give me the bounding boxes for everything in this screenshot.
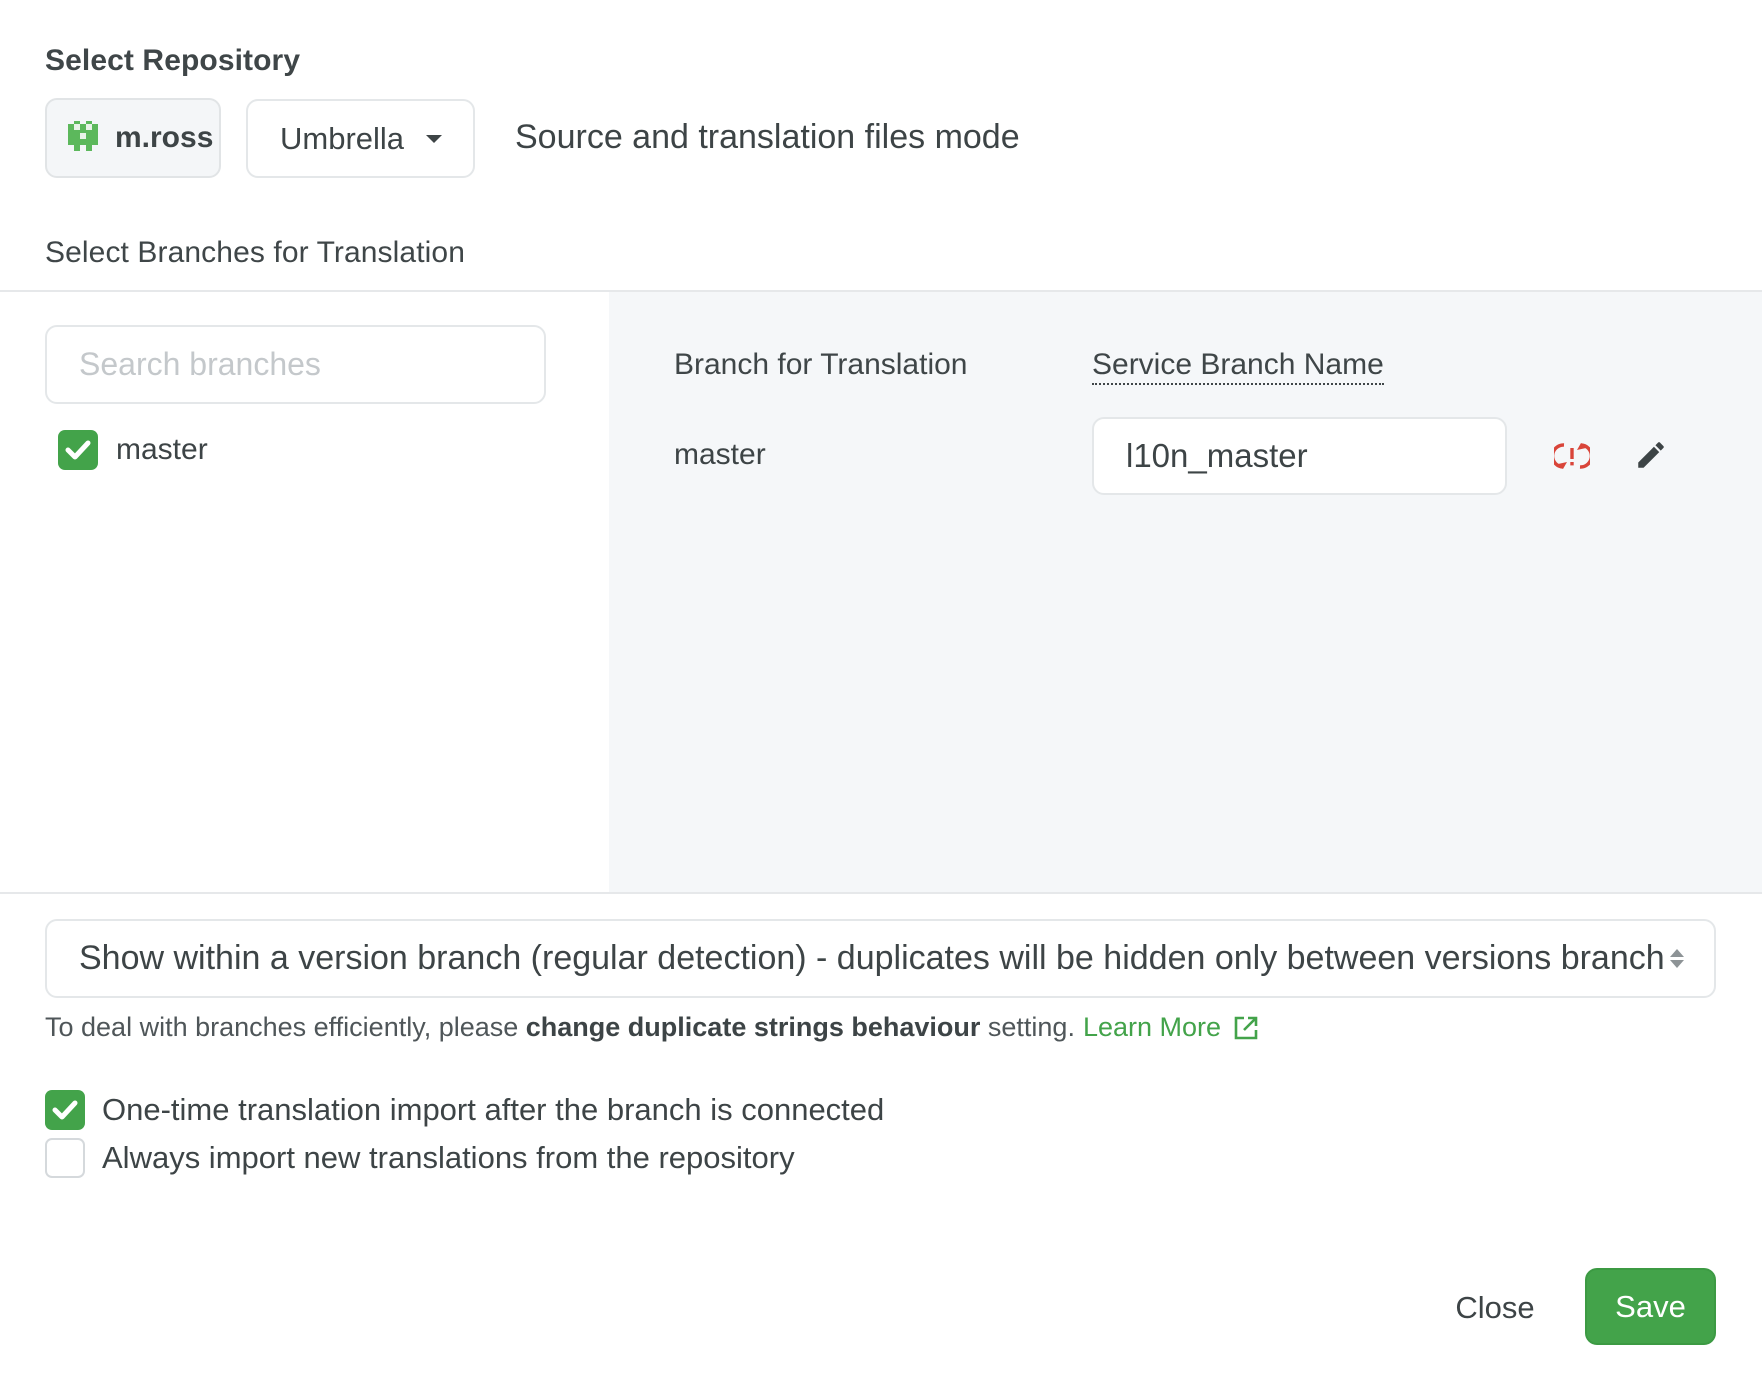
one-time-import-checkbox[interactable] xyxy=(45,1090,85,1130)
option-one-time-import[interactable]: One-time translation import after the br… xyxy=(45,1090,884,1130)
always-import-checkbox[interactable] xyxy=(45,1138,85,1178)
sync-warning-button[interactable] xyxy=(1548,432,1596,480)
search-branches-input[interactable] xyxy=(45,325,546,404)
one-time-import-label: One-time translation import after the br… xyxy=(102,1092,885,1127)
service-branch-input[interactable] xyxy=(1092,417,1507,495)
duplicate-strings-select[interactable]: Show within a version branch (regular de… xyxy=(45,919,1716,998)
checkmark-icon xyxy=(65,440,91,460)
branch-label: master xyxy=(116,433,208,466)
mode-description: Source and translation files mode xyxy=(515,118,1020,156)
pixel-avatar-icon xyxy=(65,118,101,159)
bottom-divider xyxy=(0,892,1762,894)
sync-warning-icon xyxy=(1554,443,1590,469)
repository-dropdown[interactable]: Umbrella xyxy=(246,99,475,178)
always-import-label: Always import new translations from the … xyxy=(102,1140,795,1175)
edit-service-branch-button[interactable] xyxy=(1627,431,1675,479)
hint-suffix: setting. xyxy=(980,1012,1075,1042)
column-header-service-branch[interactable]: Service Branch Name xyxy=(1092,348,1384,385)
duplicate-strings-value: Show within a version branch (regular de… xyxy=(79,939,1665,977)
repository-name: Umbrella xyxy=(280,120,405,156)
pencil-icon xyxy=(1638,442,1664,468)
branch-list-item[interactable]: master xyxy=(58,430,208,470)
hint-prefix: To deal with branches efficiently, pleas… xyxy=(45,1012,526,1042)
duplicate-hint: To deal with branches efficiently, pleas… xyxy=(45,1012,1259,1043)
account-button[interactable]: m.ross xyxy=(45,98,221,178)
branch-checkbox[interactable] xyxy=(58,430,98,470)
account-name: m.ross xyxy=(115,121,214,154)
external-link-icon[interactable] xyxy=(1233,1015,1259,1041)
select-repository-title: Select Repository xyxy=(45,44,301,77)
save-button[interactable]: Save xyxy=(1585,1268,1716,1345)
close-button[interactable]: Close xyxy=(1445,1284,1545,1332)
select-branches-title: Select Branches for Translation xyxy=(45,236,465,269)
option-always-import[interactable]: Always import new translations from the … xyxy=(45,1138,795,1178)
hint-strong: change duplicate strings behaviour xyxy=(525,1012,981,1042)
checkmark-icon xyxy=(52,1100,78,1120)
learn-more-link[interactable]: Learn More xyxy=(1083,1012,1221,1043)
caret-down-icon xyxy=(426,134,443,143)
select-updown-icon xyxy=(1670,949,1684,968)
column-header-branch: Branch for Translation xyxy=(674,348,968,381)
mapping-branch-name: master xyxy=(674,438,766,471)
